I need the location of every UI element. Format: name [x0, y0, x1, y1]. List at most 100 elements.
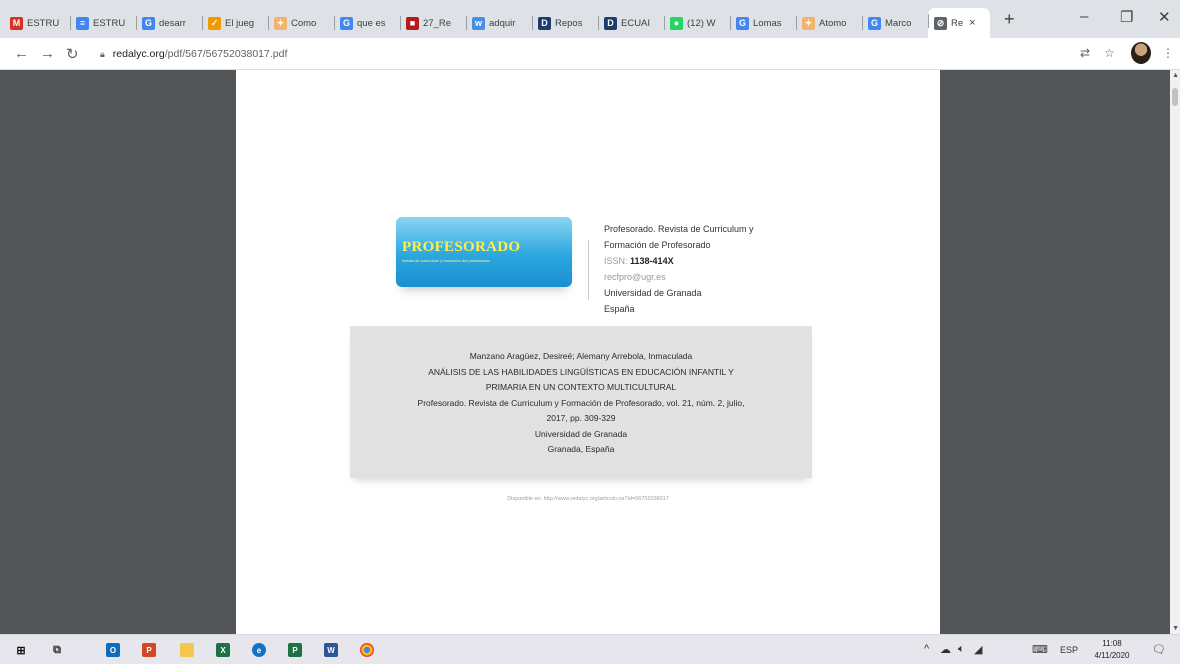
pdf-icon: ■: [406, 16, 419, 30]
browser-tab[interactable]: D ECUAI: [598, 10, 664, 36]
scrollbar-thumb[interactable]: [1172, 88, 1178, 106]
tab-label: Marco: [885, 17, 912, 29]
tab-label: Re: [951, 17, 964, 29]
back-icon[interactable]: ←: [14, 45, 29, 62]
browser-tab[interactable]: M ESTRU: [4, 10, 70, 36]
tab-label: Como: [291, 17, 317, 29]
google-icon: G: [340, 16, 353, 30]
journal-email[interactable]: recfpro@ugr.es: [604, 269, 754, 285]
scroll-up-icon[interactable]: ▲: [1172, 72, 1179, 79]
browser-tab[interactable]: ✦ Atomo: [796, 10, 862, 36]
scroll-down-icon[interactable]: ▼: [1172, 625, 1179, 632]
site-icon: D: [604, 16, 617, 30]
task-view-icon[interactable]: ⧉: [50, 643, 64, 657]
browser-tab[interactable]: Gque es: [334, 10, 400, 36]
word-icon[interactable]: W: [324, 643, 338, 657]
close-tab-icon[interactable]: ×: [969, 17, 975, 29]
clock[interactable]: 11:08 4/11/2020: [1092, 638, 1132, 662]
journal-name-line1: Profesorado. Revista de Curriculum y: [604, 224, 754, 234]
citation-location: Granada, España: [547, 444, 615, 454]
clock-date: 4/11/2020: [1094, 651, 1130, 660]
citation-box: Manzano Aragüez, Desireé; Alemany Arrebo…: [350, 326, 812, 478]
profesorado-logo: PROFESORADO revista de currículum y form…: [396, 217, 572, 287]
site-icon: ✦: [274, 16, 287, 30]
edge-icon[interactable]: e: [252, 643, 266, 657]
menu-dots-icon[interactable]: ⋮: [1162, 46, 1174, 60]
pdf-viewer: PROFESORADO revista de currículum y form…: [0, 70, 1180, 634]
site-icon: ✦: [802, 16, 815, 30]
profile-avatar[interactable]: [1131, 42, 1151, 64]
volume-icon[interactable]: 🔈︎: [958, 643, 965, 656]
browser-tab[interactable]: G Marco: [862, 10, 928, 36]
browser-tab[interactable]: ● (12) W: [664, 10, 730, 36]
powerpoint-icon[interactable]: P: [142, 643, 156, 657]
journal-name-line2: Formación de Profesorado: [604, 240, 711, 250]
google-icon: G: [868, 16, 881, 30]
tab-strip: M ESTRU ≡ ESTRU Gdesarr ✓ El jueg ✦ Como Gque es ■…: [4, 6, 990, 38]
publisher-icon[interactable]: P: [288, 643, 302, 657]
chevron-up-icon[interactable]: ^: [924, 643, 929, 655]
browser-toolbar: ← → ↻ 🔒︎ redalyc.org/pdf/567/56752038017…: [0, 38, 1180, 70]
tab-label: Repos: [555, 17, 583, 29]
site-icon: ✓: [208, 16, 221, 30]
citation-authors: Manzano Aragüez, Desireé; Alemany Arrebo…: [469, 351, 693, 361]
browser-tab[interactable]: G Lomas: [730, 10, 796, 36]
browser-tab[interactable]: ■ 27_Re: [400, 10, 466, 36]
address-bar[interactable]: 🔒︎ redalyc.org/pdf/567/56752038017.pdf: [100, 43, 1060, 65]
citation-title-line2: PRIMARIA EN UN CONTEXTO MULTICULTURAL: [485, 382, 677, 392]
logo-subtitle: revista de currículum y formación del pr…: [402, 258, 490, 263]
file-explorer-icon[interactable]: [180, 643, 194, 657]
globe-icon: ⊘: [934, 16, 947, 30]
tab-label: (12) W: [687, 17, 716, 29]
windows-start-icon[interactable]: ⊞: [14, 643, 28, 657]
address-path: /pdf/567/56752038017.pdf: [164, 48, 288, 60]
tab-label: Lomas: [753, 17, 782, 29]
tab-label: 27_Re: [423, 17, 451, 29]
journal-institution: Universidad de Granada: [604, 288, 702, 298]
browser-tab[interactable]: Gdesarr: [136, 10, 202, 36]
browser-tab[interactable]: ✓ El jueg: [202, 10, 268, 36]
translate-icon[interactable]: ⇄: [1080, 46, 1090, 60]
network-icon[interactable]: ◢: [974, 643, 982, 656]
browser-tab[interactable]: ✦ Como: [268, 10, 334, 36]
reload-icon[interactable]: ↻: [66, 45, 79, 63]
minimize-icon[interactable]: –: [1080, 8, 1088, 25]
site-icon: w: [472, 16, 485, 30]
address-domain: redalyc.org: [112, 48, 165, 60]
tab-label: ESTRU: [93, 17, 126, 29]
new-tab-button[interactable]: +: [1004, 9, 1015, 30]
available-at-link[interactable]: Disponible en: http://www.redalyc.org/ar…: [236, 496, 940, 502]
docs-icon: ≡: [76, 16, 89, 30]
journal-country: España: [604, 304, 635, 314]
logo-title: PROFESORADO: [402, 239, 521, 255]
keyboard-icon[interactable]: ⌨: [1032, 643, 1048, 656]
notifications-icon[interactable]: 🗨︎: [1152, 643, 1166, 656]
lock-icon: 🔒︎: [100, 48, 105, 59]
scrollbar[interactable]: ▲ ▼: [1170, 70, 1180, 634]
browser-tab[interactable]: D Repos: [532, 10, 598, 36]
tab-label: ECUAI: [621, 17, 651, 29]
issn-value: 1138-414X: [630, 256, 674, 266]
close-window-icon[interactable]: ✕: [1158, 8, 1171, 26]
gmail-icon: M: [10, 16, 23, 30]
browser-tab[interactable]: w adquir: [466, 10, 532, 36]
forward-icon[interactable]: →: [40, 45, 55, 62]
onedrive-icon[interactable]: ☁: [940, 643, 951, 656]
chrome-icon[interactable]: [360, 643, 374, 657]
tab-label: que es: [357, 17, 386, 29]
browser-tab[interactable]: ⊘ Re ×: [928, 8, 990, 38]
tab-label: ESTRU: [27, 17, 60, 29]
tab-label: adquir: [489, 17, 516, 29]
excel-icon[interactable]: X: [216, 643, 230, 657]
browser-tab-bar: M ESTRU ≡ ESTRU Gdesarr ✓ El jueg ✦ Como Gque es ■…: [0, 0, 1180, 38]
clock-time: 11:08: [1102, 639, 1122, 648]
divider: [588, 240, 589, 300]
input-language[interactable]: ESP: [1060, 645, 1078, 655]
maximize-icon[interactable]: ❐: [1120, 8, 1133, 26]
citation-institution: Universidad de Granada: [534, 428, 628, 439]
bookmark-star-icon[interactable]: ☆: [1104, 46, 1115, 60]
outlook-icon[interactable]: O: [106, 643, 120, 657]
browser-tab[interactable]: ≡ ESTRU: [70, 10, 136, 36]
issn-label: ISSN:: [604, 256, 628, 266]
citation-title-line1: ANÁLISIS DE LAS HABILIDADES LINGÜÍSTICAS…: [428, 366, 734, 377]
